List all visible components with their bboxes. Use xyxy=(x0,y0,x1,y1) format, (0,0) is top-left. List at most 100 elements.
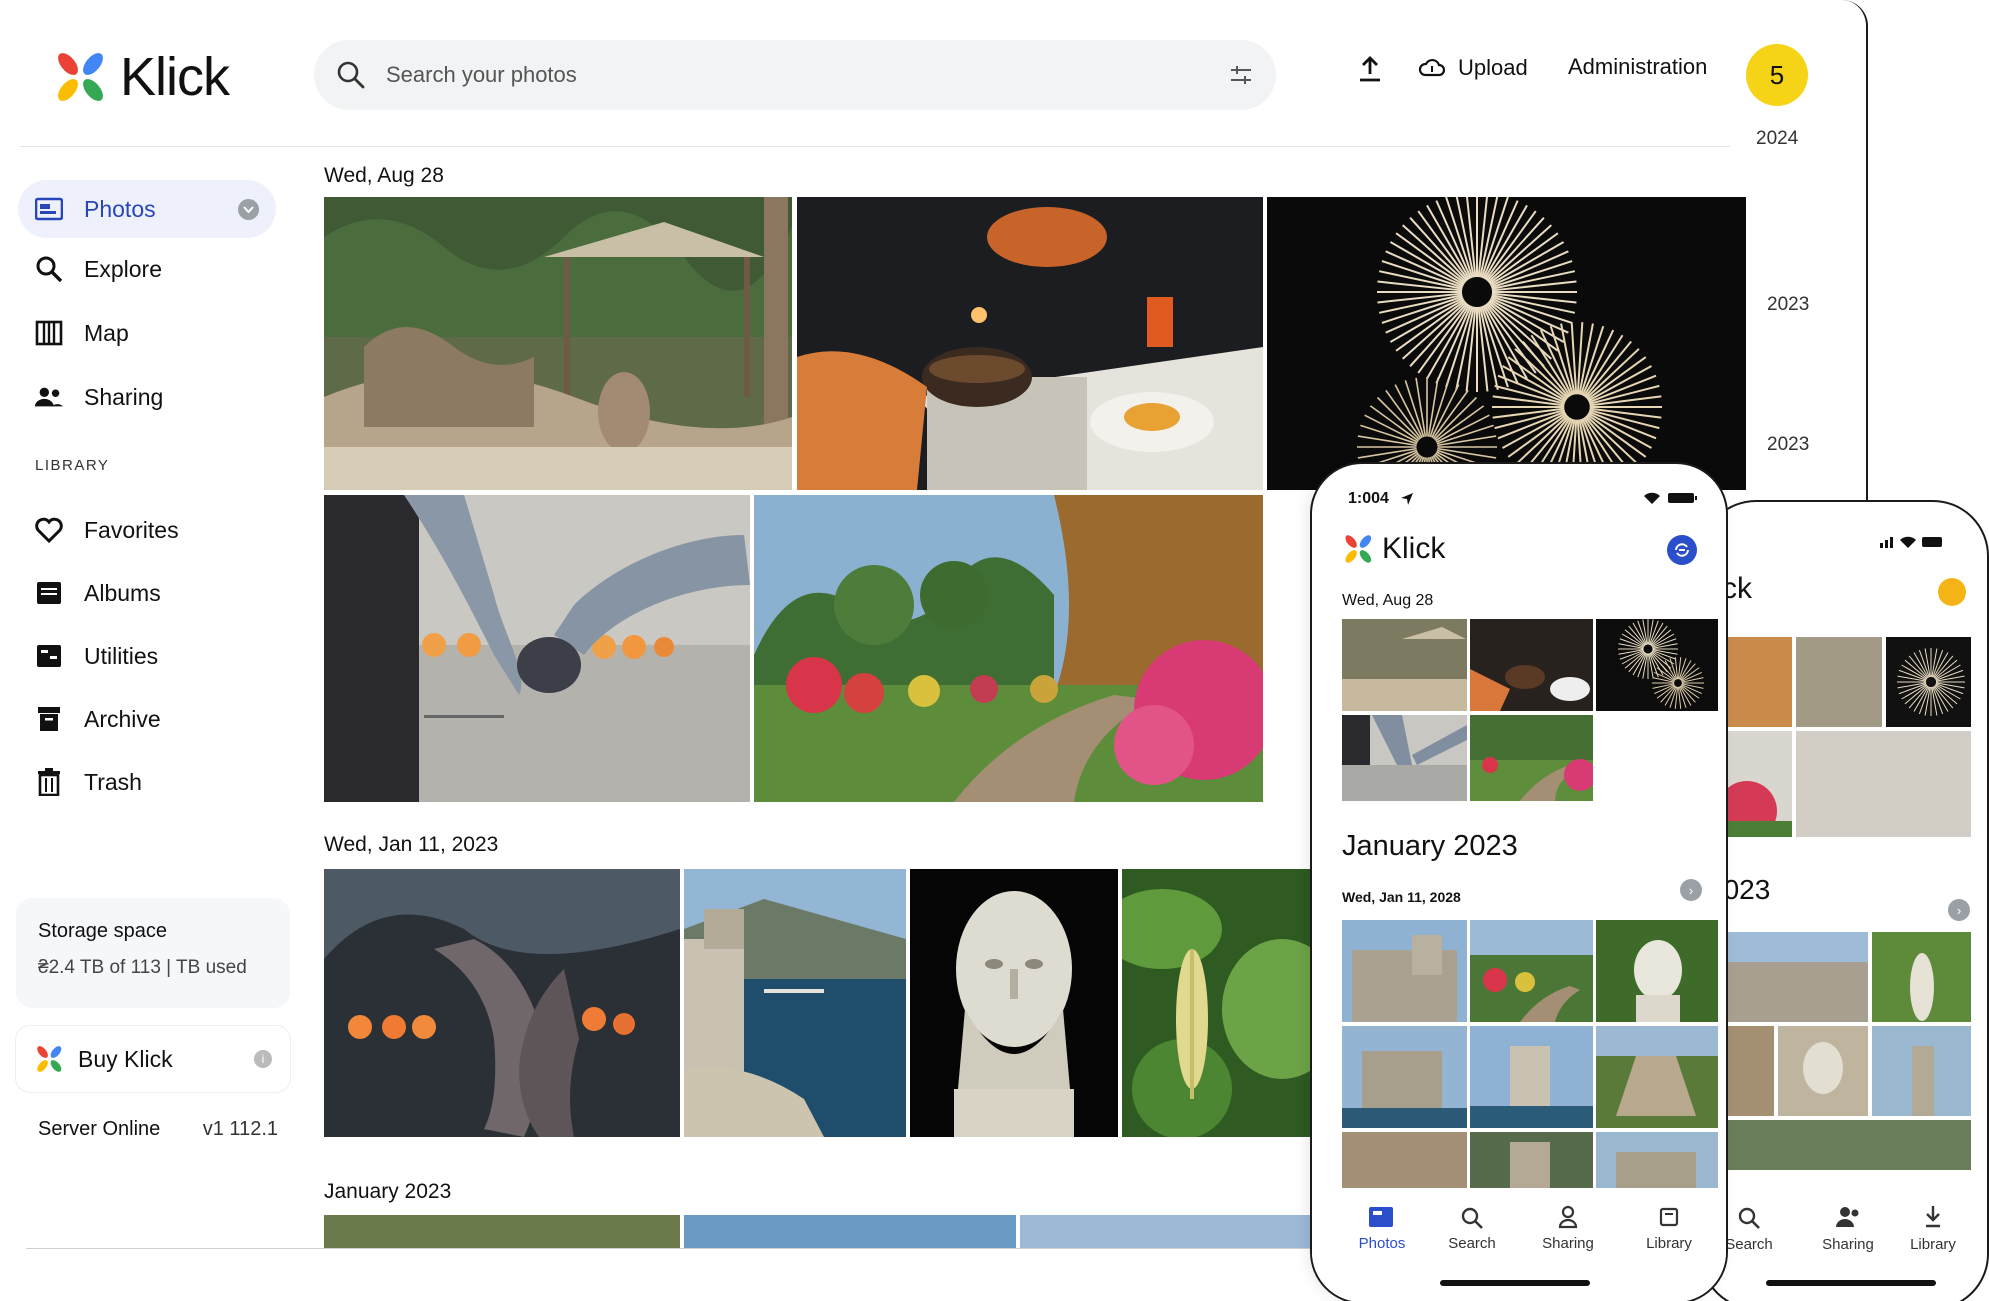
app-logo[interactable]: Klick xyxy=(52,46,230,108)
photo-thumbnail-ruins[interactable] xyxy=(1596,1026,1718,1128)
photo-thumbnail-jungle-hut[interactable] xyxy=(324,197,792,490)
sidebar-item-favorites[interactable]: Favorites xyxy=(18,501,276,559)
library-section-label: LIBRARY xyxy=(35,457,110,474)
timeline-year[interactable]: 2023 xyxy=(1767,434,1809,456)
photo-thumbnail[interactable] xyxy=(1342,1132,1467,1188)
nav-library[interactable]: Library xyxy=(1893,1236,1973,1253)
library-icon[interactable] xyxy=(1924,1204,1942,1230)
sidebar-item-albums[interactable]: Albums xyxy=(18,564,276,622)
sidebar-item-trash[interactable]: Trash xyxy=(18,753,276,811)
photo-thumbnail-jungle-hut[interactable] xyxy=(1342,619,1467,711)
sidebar-item-explore[interactable]: Explore xyxy=(18,240,276,298)
klick-logo-icon xyxy=(58,53,103,101)
photo-thumbnail[interactable] xyxy=(1778,1026,1868,1116)
phone-mockup-primary: 1:004 Klick Wed, Aug 28 January 2023 Wed… xyxy=(1310,462,1728,1301)
photo-thumbnail-hands-bokeh[interactable] xyxy=(324,869,680,1137)
chevron-down-icon[interactable] xyxy=(238,199,259,220)
home-indicator xyxy=(1766,1280,1936,1286)
sidebar-item-photos[interactable]: Photos xyxy=(18,180,276,238)
photo-thumbnail[interactable] xyxy=(1872,932,1971,1022)
search-icon xyxy=(34,254,64,284)
sidebar-item-archive[interactable]: Archive xyxy=(18,690,276,748)
photo-thumbnail[interactable] xyxy=(1796,731,1971,837)
app-name: Klick xyxy=(1382,532,1446,565)
photo-thumbnail[interactable] xyxy=(1596,1132,1718,1188)
info-icon[interactable]: i xyxy=(254,1050,272,1068)
search-icon[interactable] xyxy=(1737,1206,1761,1230)
photo-thumbnail-green-plant[interactable] xyxy=(1122,869,1312,1137)
photo-thumbnail-statue[interactable] xyxy=(1596,920,1718,1022)
server-status-label: Server Online xyxy=(38,1118,161,1140)
photo-thumbnail-fortress[interactable] xyxy=(1342,920,1467,1022)
nav-photos[interactable]: Photos xyxy=(1342,1235,1422,1252)
photo-thumbnail[interactable] xyxy=(1702,1120,1971,1170)
timeline-year[interactable]: 2024 xyxy=(1756,128,1798,150)
photo-thumbnail-fireworks[interactable] xyxy=(1267,197,1746,490)
map-icon xyxy=(34,318,64,348)
header-divider xyxy=(20,146,1730,147)
buy-label: Buy Klick xyxy=(78,1045,173,1072)
sidebar-item-label: Utilities xyxy=(84,642,159,669)
phone-mockup-secondary: ck 2023 › Search Sharing Library xyxy=(1700,500,1989,1301)
select-icon[interactable]: › xyxy=(1948,899,1970,921)
library-icon[interactable] xyxy=(1659,1207,1679,1227)
photo-thumbnail-tower[interactable] xyxy=(1470,1026,1593,1128)
people-icon[interactable] xyxy=(1558,1205,1578,1229)
photo-thumbnail-dinner-table[interactable] xyxy=(797,197,1263,490)
photo-thumbnail[interactable] xyxy=(684,1215,1016,1248)
upload-quick-button[interactable] xyxy=(1354,54,1386,86)
photo-thumbnail[interactable] xyxy=(1796,637,1882,727)
upload-button[interactable]: Upload xyxy=(1418,54,1528,82)
photo-thumbnail-garden[interactable] xyxy=(1470,920,1593,1022)
photo-thumbnail-coastal-fort[interactable] xyxy=(684,869,906,1137)
nav-library[interactable]: Library xyxy=(1629,1235,1709,1252)
photo-thumbnail[interactable] xyxy=(1886,637,1971,727)
sidebar-item-label: Albums xyxy=(84,579,161,606)
search-bar[interactable] xyxy=(314,40,1276,110)
buy-klick-button[interactable]: Buy Klick i xyxy=(16,1026,290,1092)
search-input[interactable] xyxy=(386,62,1228,88)
photo-thumbnail[interactable] xyxy=(324,1215,680,1248)
people-icon[interactable] xyxy=(1835,1205,1861,1229)
sidebar-item-map[interactable]: Map xyxy=(18,304,276,362)
sidebar-item-utilities[interactable]: Utilities xyxy=(18,627,276,685)
photo-thumbnail-fort-bay[interactable] xyxy=(1342,1026,1467,1128)
photo-thumbnail-fireworks[interactable] xyxy=(1596,619,1718,711)
search-icon[interactable] xyxy=(1460,1206,1484,1230)
storage-card[interactable]: Storage space ₴2.4 TB of 113 | TB used xyxy=(16,898,290,1008)
nav-sharing[interactable]: Sharing xyxy=(1808,1236,1888,1253)
nav-search[interactable]: Search xyxy=(1432,1235,1512,1252)
photo-thumbnail[interactable] xyxy=(1872,1026,1971,1116)
section-date: Wed, Jan 11, 2023 xyxy=(324,833,499,856)
app-logo[interactable]: Klick xyxy=(1342,532,1445,566)
sync-icon[interactable] xyxy=(1667,535,1697,565)
avatar[interactable] xyxy=(1938,578,1966,606)
photo-thumbnail-garden-path[interactable] xyxy=(754,495,1263,802)
photo-thumbnail[interactable] xyxy=(1020,1215,1312,1248)
photos-icon[interactable] xyxy=(1368,1206,1394,1228)
klick-logo-icon xyxy=(37,1046,62,1072)
photo-thumbnail-dinner-table[interactable] xyxy=(1470,619,1593,711)
archive-icon xyxy=(34,704,64,734)
album-icon xyxy=(34,578,64,608)
timeline-year[interactable]: 2023 xyxy=(1767,294,1809,316)
storage-title: Storage space xyxy=(38,920,167,942)
administration-button[interactable]: Administration xyxy=(1568,54,1707,80)
nav-sharing[interactable]: Sharing xyxy=(1528,1235,1608,1252)
photo-thumbnail-holding-hands-lake[interactable] xyxy=(324,495,750,802)
sidebar-item-sharing[interactable]: Sharing xyxy=(18,368,276,426)
photo-thumbnail-holding-hands[interactable] xyxy=(1342,715,1467,801)
section-date: Wed, Aug 28 xyxy=(1342,592,1434,609)
status-icons xyxy=(1644,492,1697,504)
photo-thumbnail[interactable] xyxy=(1470,1132,1593,1188)
avatar[interactable]: 5 xyxy=(1746,44,1808,106)
month-title: January 2023 xyxy=(1342,830,1518,862)
filter-icon[interactable] xyxy=(1228,62,1254,88)
footer-divider xyxy=(26,1248,1316,1249)
section-date: Wed, Aug 28 xyxy=(324,164,444,187)
photo-thumbnail-garden-path[interactable] xyxy=(1470,715,1593,801)
select-icon[interactable]: › xyxy=(1680,879,1702,901)
upload-arrow-icon xyxy=(1360,56,1380,82)
photo-thumbnail-statue-bust[interactable] xyxy=(910,869,1118,1137)
sidebar-item-label: Trash xyxy=(84,768,142,795)
